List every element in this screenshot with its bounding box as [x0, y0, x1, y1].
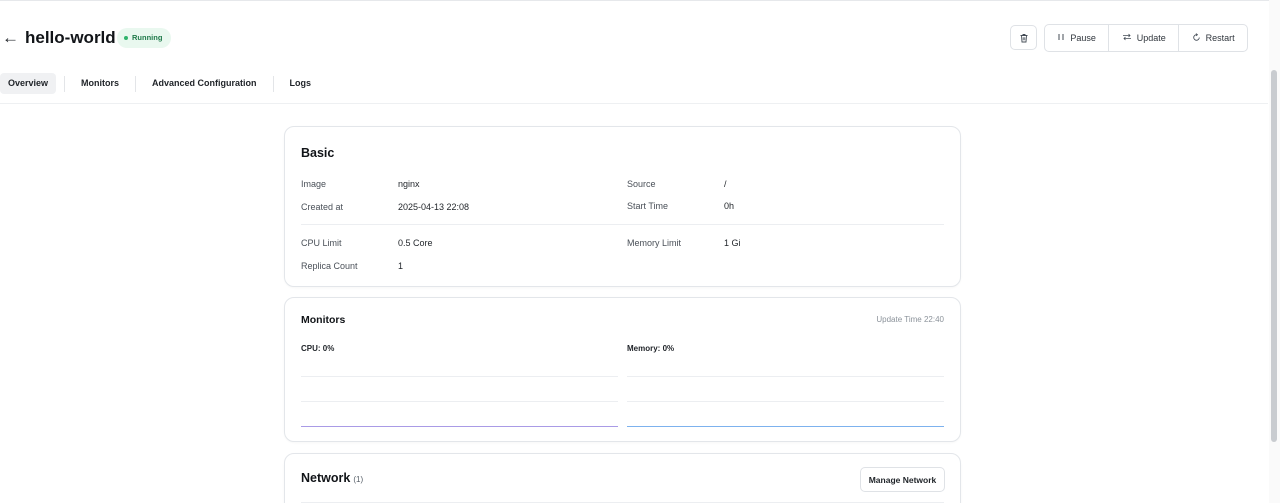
- update-time-label: Update Time: [876, 315, 922, 324]
- replica-count-label: Replica Count: [301, 261, 358, 271]
- cpu-metric-name: CPU:: [301, 344, 321, 353]
- network-card: Network (1) Manage Network: [284, 453, 961, 503]
- memory-limit-label: Memory Limit: [627, 238, 682, 248]
- image-label: Image: [301, 179, 327, 189]
- basic-divider: [301, 224, 944, 225]
- network-count: (1): [353, 475, 364, 484]
- status-badge: Running: [117, 28, 172, 48]
- network-title: Network (1): [301, 471, 363, 485]
- created-at-label: Created at: [301, 202, 344, 212]
- back-arrow-icon[interactable]: ←: [2, 26, 19, 50]
- tab-monitors[interactable]: Monitors: [73, 73, 127, 94]
- tab-divider: [272, 75, 274, 92]
- memory-chart-series-line: [627, 426, 944, 427]
- cpu-chart-gridline: [301, 376, 618, 377]
- update-button[interactable]: Update: [1109, 25, 1180, 51]
- app-header: ← hello-world Running Pause Update Resta…: [0, 22, 1268, 56]
- action-button-group: Pause Update Restart: [1044, 24, 1248, 52]
- cpu-limit-label: CPU Limit: [301, 238, 342, 248]
- update-time-value: 22:40: [923, 315, 944, 324]
- restart-icon: [1192, 32, 1201, 44]
- status-dot-icon: [124, 36, 128, 40]
- created-at-value: 2025-04-13 22:08: [398, 202, 470, 212]
- source-value: /: [724, 179, 727, 189]
- manage-network-button[interactable]: Manage Network: [860, 467, 945, 492]
- basic-card: Basic Image nginx Source / Created at 20…: [284, 126, 961, 287]
- cpu-chart-series-line: [301, 426, 618, 427]
- monitors-title: Monitors: [301, 314, 346, 326]
- cpu-metric-value: 0%: [322, 344, 335, 353]
- start-time-label: Start Time: [627, 201, 669, 211]
- basic-title: Basic: [301, 146, 335, 160]
- app-name: hello-world: [25, 28, 116, 47]
- source-label: Source: [627, 179, 656, 189]
- memory-chart-gridline: [627, 401, 944, 402]
- restart-button[interactable]: Restart: [1179, 25, 1247, 51]
- pause-icon: [1057, 33, 1065, 43]
- scrollbar-thumb[interactable]: [1271, 70, 1277, 442]
- tab-logs[interactable]: Logs: [282, 73, 320, 94]
- memory-metric-label: Memory: 0%: [627, 344, 674, 353]
- tab-advanced-configuration[interactable]: Advanced Configuration: [144, 73, 265, 94]
- tab-overview[interactable]: Overview: [0, 73, 57, 94]
- tab-bar-divider: [0, 103, 1268, 104]
- delete-button[interactable]: [1010, 25, 1037, 50]
- restart-label: Restart: [1205, 33, 1235, 43]
- replica-count-value: 1: [398, 261, 404, 271]
- cpu-metric-label: CPU: 0%: [301, 344, 334, 353]
- memory-chart-gridline: [627, 376, 944, 377]
- pause-button[interactable]: Pause: [1045, 25, 1110, 51]
- cpu-limit-value: 0.5 Core: [398, 238, 433, 248]
- tab-bar: Overview Monitors Advanced Configuration…: [0, 73, 319, 94]
- image-value: nginx: [398, 179, 420, 189]
- trash-icon: [1020, 33, 1027, 42]
- top-border: [0, 0, 1280, 1]
- memory-limit-value: 1 Gi: [724, 238, 741, 248]
- swap-arrows-icon: [1122, 33, 1132, 43]
- cpu-chart-gridline: [301, 401, 618, 402]
- update-label: Update: [1136, 33, 1166, 43]
- memory-metric-value: 0%: [662, 344, 675, 353]
- tab-divider: [135, 75, 137, 92]
- monitors-card: Monitors Update Time 22:40 CPU: 0% Memor…: [284, 297, 961, 442]
- status-text: Running: [132, 33, 163, 42]
- update-time: Update Time 22:40: [876, 315, 944, 324]
- network-title-text: Network: [301, 471, 351, 485]
- tab-divider: [64, 75, 66, 92]
- pause-label: Pause: [1070, 33, 1096, 43]
- start-time-value: 0h: [724, 201, 735, 211]
- memory-metric-name: Memory:: [627, 344, 661, 353]
